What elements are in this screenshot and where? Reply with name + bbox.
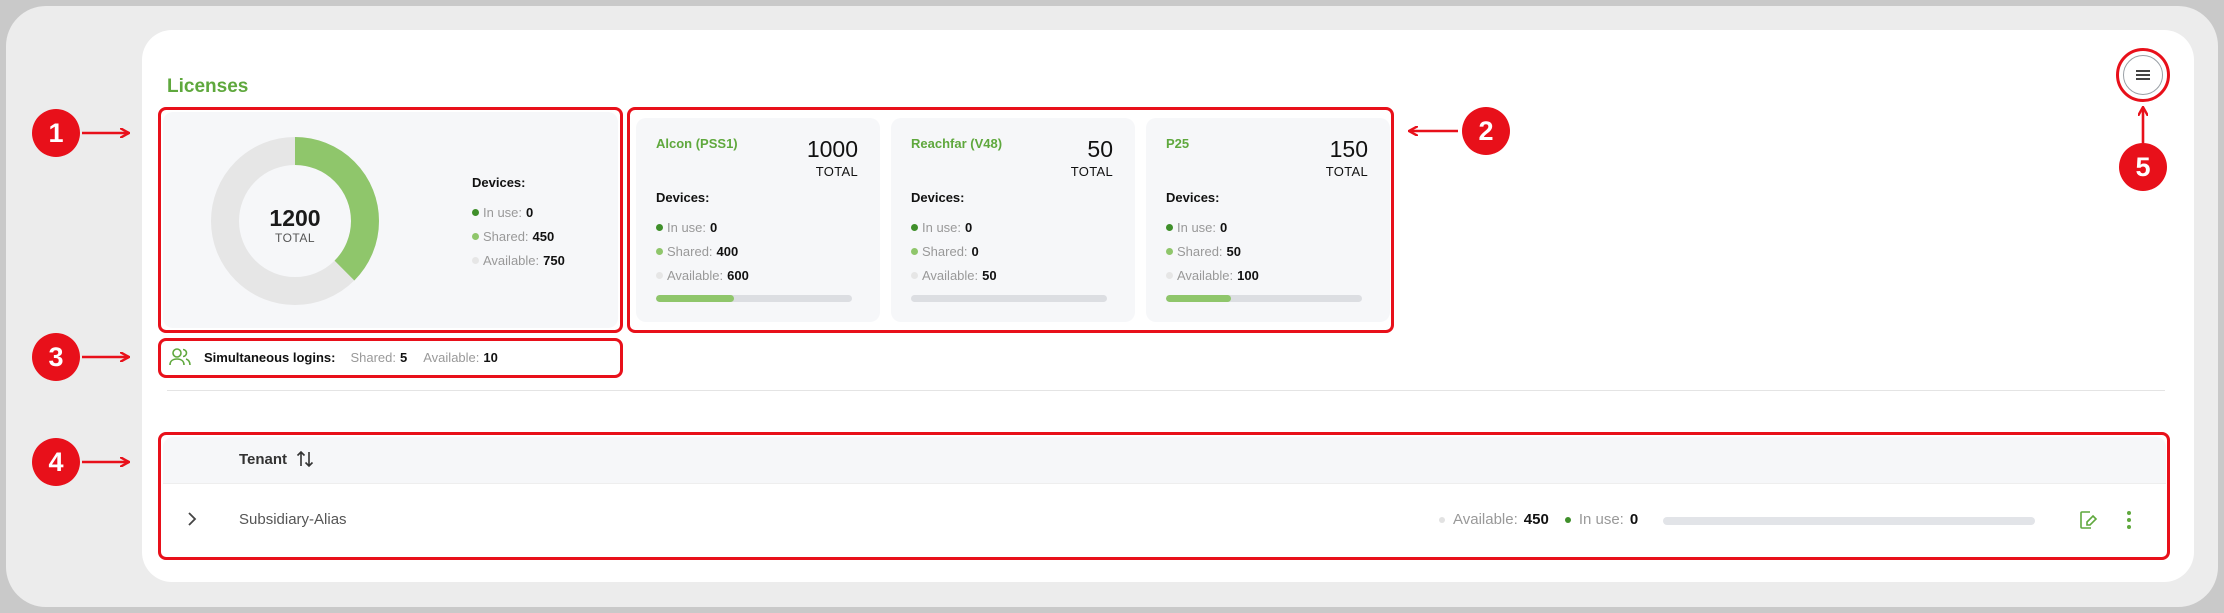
annotation-badge-5: 5 bbox=[2119, 143, 2167, 191]
annotation-badge-2: 2 bbox=[1462, 107, 1510, 155]
annotation-badge-3: 3 bbox=[32, 333, 80, 381]
annotation-arrows bbox=[82, 0, 2224, 613]
annotation-badge-1: 1 bbox=[32, 109, 80, 157]
annotation-badge-4: 4 bbox=[32, 438, 80, 486]
